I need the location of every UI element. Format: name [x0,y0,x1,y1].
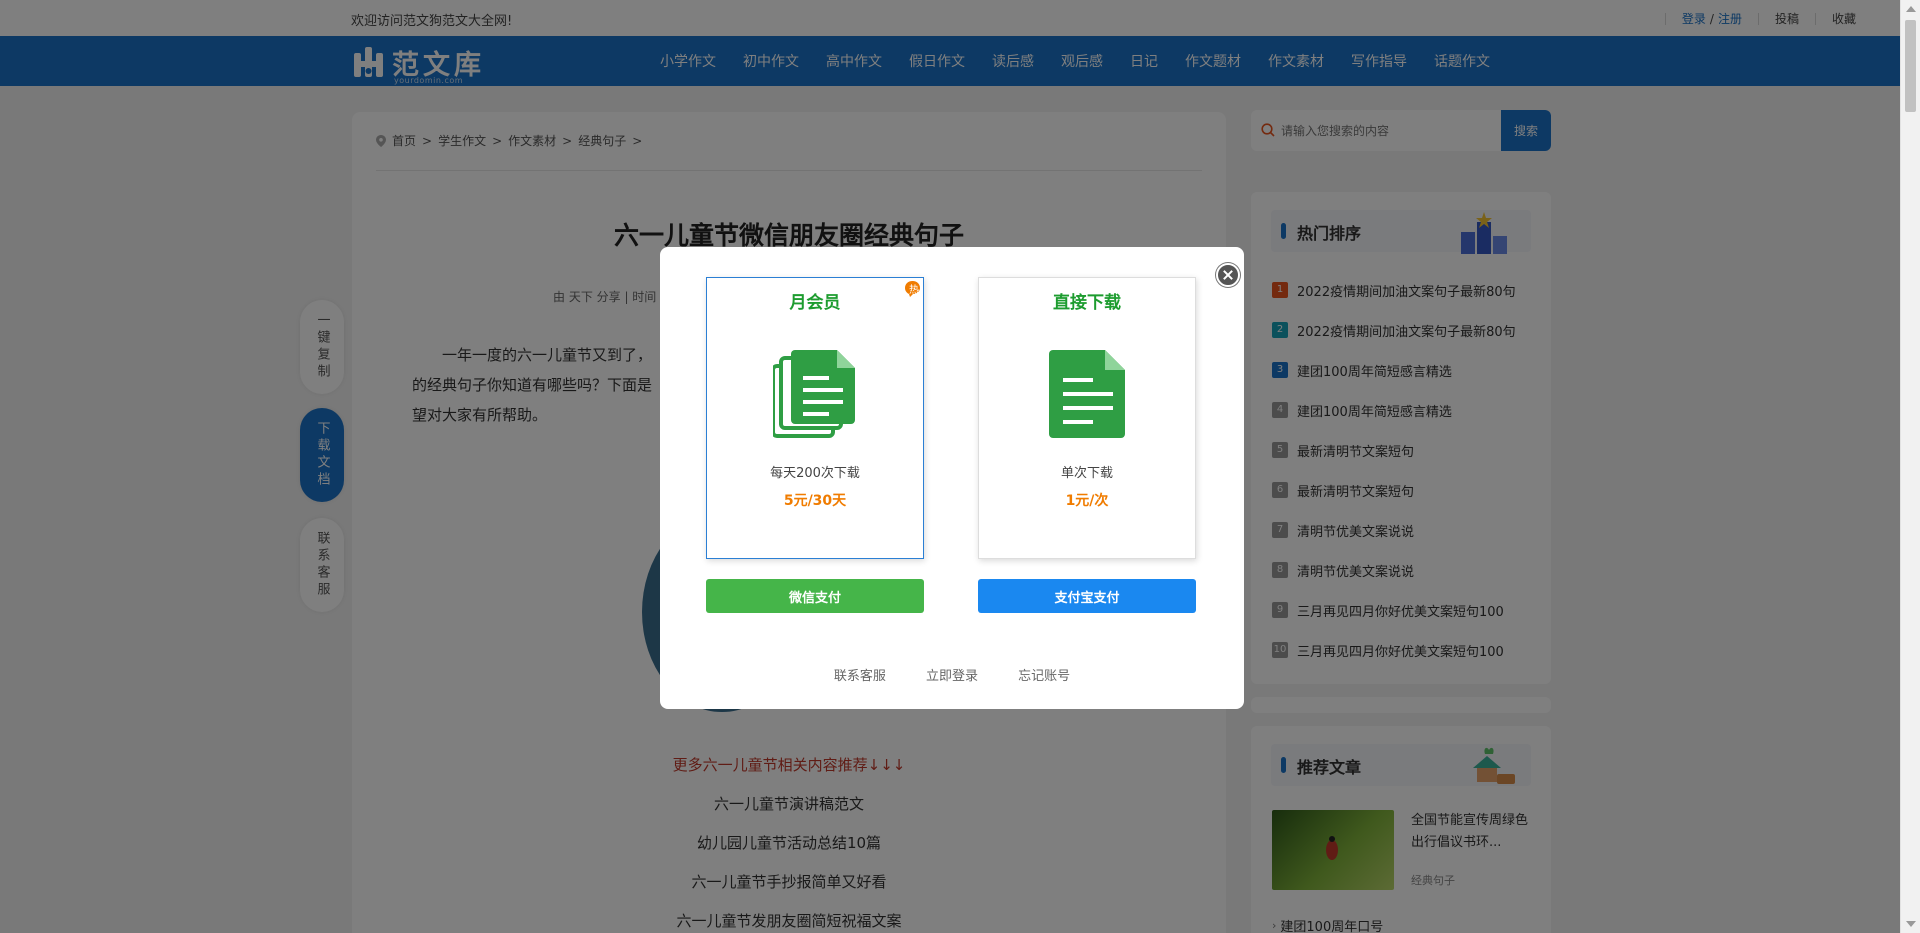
documents-stack-icon [773,350,855,438]
monthly-plan-title: 月会员 [789,293,841,313]
scroll-up-icon[interactable] [1906,6,1916,12]
direct-download-card[interactable]: 直接下载 单次下载 1元/次 [978,277,1196,559]
direct-download-title: 直接下载 [1053,293,1121,313]
login-now-link[interactable]: 立即登录 [926,669,978,684]
download-modal: 热 月会员 每天200次下载 5元/30天 直接下载 单次下载 1元/次 微信支… [660,247,1244,709]
contact-service-link[interactable]: 联系客服 [834,669,886,684]
page-scrollbar[interactable] [1900,0,1920,933]
monthly-plan-card[interactable]: 热 月会员 每天200次下载 5元/30天 [706,277,924,559]
monthly-plan-desc: 每天200次下载 [770,466,860,481]
scroll-thumb[interactable] [1905,20,1916,112]
scroll-down-icon[interactable] [1906,921,1916,927]
document-icon [1049,350,1125,438]
monthly-plan-price: 5元/30天 [783,493,847,509]
alipay-button[interactable]: 支付宝支付 [978,579,1196,613]
direct-download-desc: 单次下载 [1060,466,1113,481]
direct-download-price: 1元/次 [1065,493,1109,509]
close-icon[interactable] [1216,263,1240,287]
forgot-account-link[interactable]: 忘记账号 [1018,669,1070,684]
wechat-pay-button[interactable]: 微信支付 [706,579,924,613]
modal-footer-links: 联系客服 立即登录 忘记账号 [660,665,1244,684]
